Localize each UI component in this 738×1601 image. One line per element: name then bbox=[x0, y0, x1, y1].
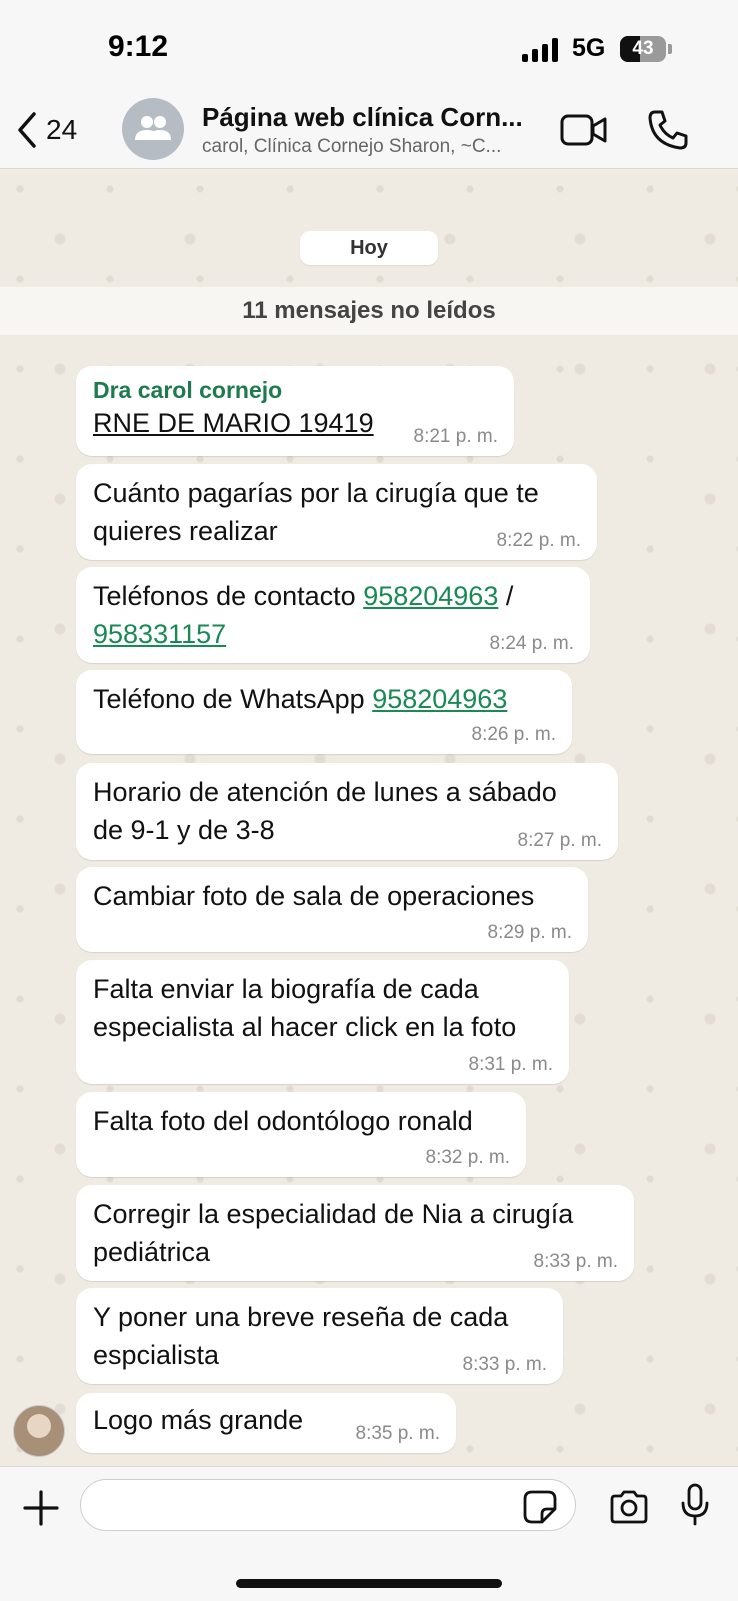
message-bubble[interactable]: Falta enviar la biografía de cada especi… bbox=[76, 960, 569, 1084]
message-bubble[interactable]: Cuánto pagarías por la cirugía que te qu… bbox=[76, 464, 597, 560]
cellular-signal-icon bbox=[522, 38, 558, 62]
plus-icon bbox=[23, 1490, 59, 1526]
sender-avatar[interactable] bbox=[13, 1405, 65, 1457]
message-time: 8:31 p. m. bbox=[468, 1054, 554, 1075]
message-bubble[interactable]: Teléfonos de contacto 958204963 / 958331… bbox=[76, 567, 590, 663]
message-bubble[interactable]: Cambiar foto de sala de operaciones 8:29… bbox=[76, 867, 588, 952]
group-avatar[interactable] bbox=[122, 98, 184, 160]
battery-icon: 43 bbox=[620, 36, 666, 62]
phone-link[interactable]: 958204963 bbox=[372, 684, 507, 714]
message-time: 8:22 p. m. bbox=[496, 530, 582, 551]
camera-button[interactable] bbox=[608, 1489, 650, 1525]
chat-participants[interactable]: carol, Clínica Cornejo Sharon, ~C... bbox=[202, 136, 542, 158]
network-type: 5G bbox=[572, 34, 606, 62]
message-text-line: especialista al hacer click en la foto bbox=[93, 1012, 517, 1042]
message-bubble[interactable]: Y poner una breve reseña de cada espcial… bbox=[76, 1288, 563, 1384]
message-time: 8:21 p. m. bbox=[413, 426, 499, 447]
attach-button[interactable] bbox=[22, 1489, 60, 1527]
composer-bar bbox=[0, 1466, 738, 1601]
message-time: 8:33 p. m. bbox=[533, 1251, 619, 1272]
date-chip: Hoy bbox=[300, 231, 438, 265]
clock: 9:12 bbox=[108, 30, 169, 63]
battery-tip bbox=[668, 44, 672, 54]
message-text-line: Falta enviar la biografía de cada bbox=[93, 974, 479, 1004]
phone-link[interactable]: 958204963 bbox=[363, 581, 498, 611]
message-time: 8:27 p. m. bbox=[517, 830, 603, 851]
sender-name: Dra carol cornejo bbox=[93, 377, 283, 403]
status-bar: 9:12 5G 43 bbox=[0, 0, 738, 94]
message-time: 8:24 p. m. bbox=[489, 633, 575, 654]
message-time: 8:33 p. m. bbox=[462, 1354, 548, 1375]
message-text-line: Corregir la especialidad de Nia a cirugí… bbox=[93, 1199, 574, 1229]
phone-call-icon bbox=[648, 110, 688, 150]
camera-icon bbox=[610, 1490, 648, 1524]
message-bubble[interactable]: Horario de atención de lunes a sábado de… bbox=[76, 763, 618, 860]
chat-title[interactable]: Página web clínica Corn... bbox=[202, 102, 542, 133]
message-list[interactable]: Hoy 11 mensajes no leídos Dra carol corn… bbox=[0, 169, 738, 1466]
message-text-line: Y poner una breve reseña de cada bbox=[93, 1302, 509, 1332]
home-indicator[interactable] bbox=[236, 1579, 502, 1588]
sticker-icon bbox=[523, 1490, 557, 1524]
message-text: Cambiar foto de sala de operaciones bbox=[93, 881, 535, 911]
voice-call-button[interactable] bbox=[646, 108, 690, 152]
message-text-line: Teléfonos de contacto 958204963 / bbox=[93, 577, 574, 615]
microphone-icon bbox=[681, 1483, 709, 1526]
microphone-button[interactable] bbox=[680, 1483, 710, 1527]
message-time: 8:29 p. m. bbox=[487, 922, 573, 943]
sticker-button[interactable] bbox=[522, 1489, 558, 1525]
message-time: 8:26 p. m. bbox=[471, 724, 557, 745]
back-chevron-icon bbox=[18, 112, 36, 148]
battery-percentage: 43 bbox=[632, 38, 654, 59]
message-input[interactable] bbox=[80, 1479, 576, 1531]
message-text-line: Teléfono de WhatsApp 958204963 bbox=[93, 680, 556, 718]
message-text-line: Horario de atención de lunes a sábado bbox=[93, 777, 557, 807]
group-avatar-icon bbox=[135, 116, 171, 140]
back-button[interactable]: 24 bbox=[16, 108, 96, 152]
message-time: 8:32 p. m. bbox=[425, 1147, 511, 1168]
message-bubble[interactable]: Falta foto del odontólogo ronald 8:32 p.… bbox=[76, 1092, 526, 1177]
message-text: Falta foto del odontólogo ronald bbox=[93, 1106, 473, 1136]
message-text: Teléfono de WhatsApp bbox=[93, 684, 373, 714]
unread-banner: 11 mensajes no leídos bbox=[0, 287, 738, 335]
separator: / bbox=[498, 581, 514, 611]
unread-chats-count: 24 bbox=[46, 114, 78, 145]
video-call-button[interactable] bbox=[560, 110, 608, 150]
message-time: 8:35 p. m. bbox=[355, 1423, 441, 1444]
phone-link[interactable]: 958331157 bbox=[93, 619, 226, 649]
message-text-line: Cuánto pagarías por la cirugía que te bbox=[93, 478, 539, 508]
chat-header: 24 Página web clínica Corn... carol, Clí… bbox=[0, 94, 738, 169]
video-call-icon bbox=[560, 114, 607, 146]
message-bubble[interactable]: Logo más grande 8:35 p. m. bbox=[76, 1393, 456, 1453]
message-bubble[interactable]: Dra carol cornejo RNE DE MARIO 19419 8:2… bbox=[76, 366, 514, 456]
message-bubble[interactable]: Teléfono de WhatsApp 958204963 8:26 p. m… bbox=[76, 670, 572, 754]
message-text: Teléfonos de contacto bbox=[93, 581, 364, 611]
message-bubble[interactable]: Corregir la especialidad de Nia a cirugí… bbox=[76, 1185, 634, 1281]
